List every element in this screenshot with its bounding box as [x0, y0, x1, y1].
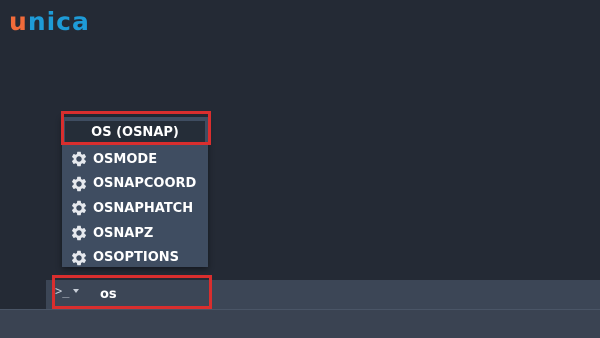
suggestion-osmode[interactable]: OSMODE — [70, 147, 206, 172]
suggestion-osnapz[interactable]: OSNAPZ — [70, 221, 206, 246]
gear-icon — [71, 201, 87, 216]
gear-icon — [71, 225, 87, 241]
status-bar — [0, 310, 600, 338]
gear-icon — [71, 250, 87, 265]
autocomplete-top-suggestion[interactable]: OS (OSNAP) — [65, 121, 205, 144]
suggestion-osnapcoord[interactable]: OSNAPCOORD — [70, 172, 206, 197]
command-line[interactable]: >_ os — [46, 280, 600, 309]
command-prompt-icon: >_ — [55, 284, 70, 298]
unica-logo: unica — [9, 7, 90, 37]
chevron-down-icon[interactable] — [73, 289, 79, 293]
logo-letter-u: u — [9, 7, 28, 36]
suggestion-label: OSMODE — [93, 151, 158, 167]
logo-text: nica — [27, 7, 90, 36]
suggestion-osoptions[interactable]: OSOPTIONS — [70, 245, 206, 270]
gear-icon — [71, 152, 87, 167]
suggestion-label: OSNAPZ — [93, 225, 154, 241]
suggestion-label: OSNAPHATCH — [93, 200, 194, 216]
autocomplete-list: OSMODE OSNAPCOORD OSNAPHATCH OSNAPZ OSOP… — [70, 147, 206, 270]
command-input[interactable]: os — [100, 287, 117, 302]
suggestion-osnaphatch[interactable]: OSNAPHATCH — [70, 196, 206, 221]
suggestion-label: OSOPTIONS — [93, 250, 179, 266]
autocomplete-popup: OS (OSNAP) OSMODE OSNAPCOORD OSNAPHATCH … — [62, 117, 208, 267]
gear-icon — [71, 176, 87, 192]
suggestion-label: OSNAPCOORD — [93, 176, 197, 192]
